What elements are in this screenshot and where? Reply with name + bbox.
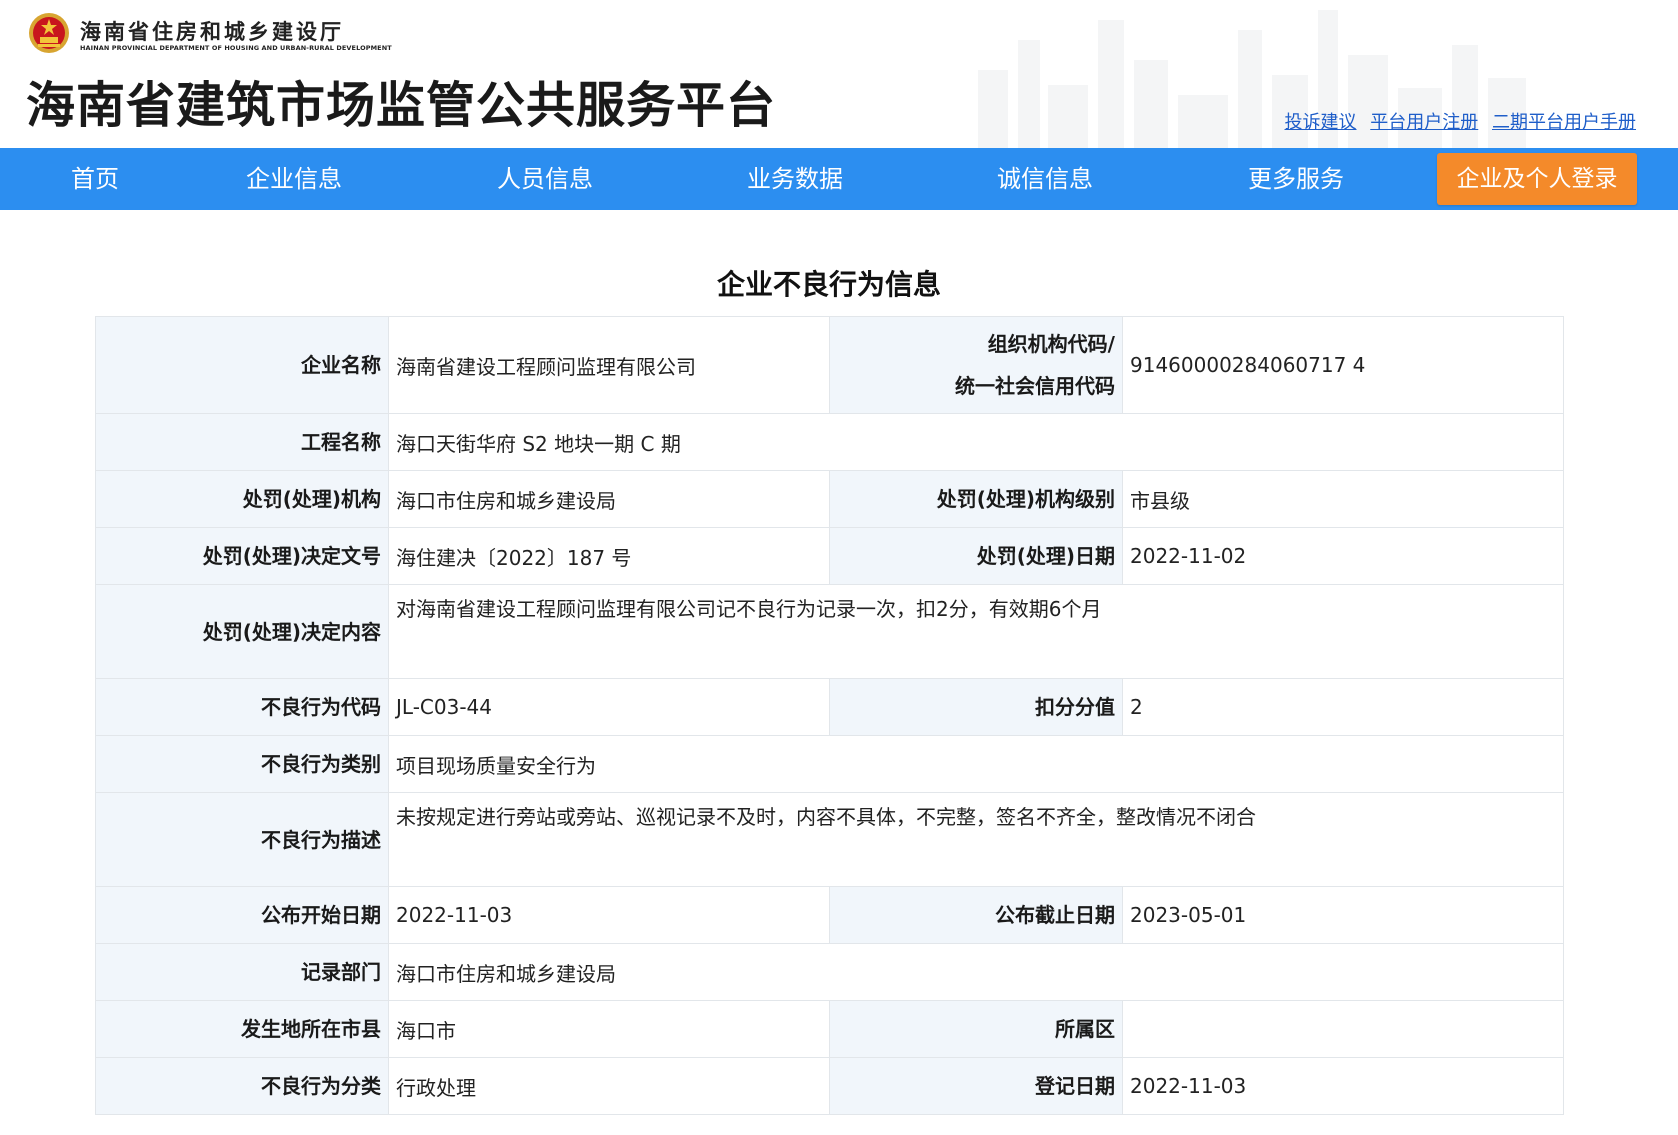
top-links: 投诉建议 平台用户注册 二期平台用户手册 (1277, 108, 1636, 134)
behavior-code-value: JL-C03-44 (388, 678, 830, 736)
org-code-label-line1: 组织机构代码/ (987, 332, 1115, 356)
publish-end-value: 2023-05-01 (1122, 886, 1564, 944)
decision-date-value: 2022-11-02 (1122, 527, 1564, 585)
decision-no-label: 处罚(处理)决定文号 (95, 527, 389, 585)
decision-date-label: 处罚(处理)日期 (829, 527, 1123, 585)
table-row: 不良行为描述 未按规定进行旁站或旁站、巡视记录不及时，内容不具体，不完整，签名不… (95, 792, 1564, 887)
record-dept-label: 记录部门 (95, 943, 389, 1001)
project-name-value: 海口天街华府 S2 地块一期 C 期 (388, 413, 1564, 471)
org-code-value: 91460000284060717 4 (1122, 316, 1564, 414)
site-title: 海南省建筑市场监管公共服务平台 (26, 77, 777, 134)
table-row: 记录部门 海口市住房和城乡建设局 (95, 943, 1564, 1001)
decision-content-label: 处罚(处理)决定内容 (95, 584, 389, 679)
department-name-english: HAINAN PROVINCIAL DEPARTMENT OF HOUSING … (80, 44, 392, 52)
table-row: 处罚(处理)机构 海口市住房和城乡建设局 处罚(处理)机构级别 市县级 (95, 470, 1564, 528)
company-name-label: 企业名称 (95, 316, 389, 414)
decision-content-value: 对海南省建设工程顾问监理有限公司记不良行为记录一次，扣2分，有效期6个月 (388, 584, 1564, 679)
deduction-label: 扣分分值 (829, 678, 1123, 736)
authority-label: 处罚(处理)机构 (95, 470, 389, 528)
nav-item-more-services[interactable]: 更多服务 (1248, 148, 1344, 210)
user-register-link[interactable]: 平台用户注册 (1370, 112, 1478, 133)
nav-item-business-data[interactable]: 业务数据 (747, 148, 843, 210)
behavior-desc-value: 未按规定进行旁站或旁站、巡视记录不及时，内容不具体，不完整，签名不齐全，整改情况… (388, 792, 1564, 887)
national-emblem-icon (29, 13, 69, 53)
org-code-label-line2: 统一社会信用代码 (955, 374, 1115, 398)
district-label: 所属区 (829, 1000, 1123, 1058)
behavior-desc-label: 不良行为描述 (95, 792, 389, 887)
bad-behavior-info-table: 企业名称 海南省建设工程顾问监理有限公司 组织机构代码/ 统一社会信用代码 91… (95, 316, 1564, 1115)
table-row: 处罚(处理)决定内容 对海南省建设工程顾问监理有限公司记不良行为记录一次，扣2分… (95, 584, 1564, 679)
publish-end-label: 公布截止日期 (829, 886, 1123, 944)
deduction-value: 2 (1122, 678, 1564, 736)
register-date-label: 登记日期 (829, 1057, 1123, 1115)
page-title: 企业不良行为信息 (716, 268, 941, 301)
nav-item-credit-info[interactable]: 诚信信息 (997, 148, 1093, 210)
table-row: 不良行为类别 项目现场质量安全行为 (95, 735, 1564, 793)
publish-start-label: 公布开始日期 (95, 886, 389, 944)
behavior-category-value: 项目现场质量安全行为 (388, 735, 1564, 793)
project-name-label: 工程名称 (95, 413, 389, 471)
login-button[interactable]: 企业及个人登录 (1437, 153, 1637, 205)
district-value (1122, 1000, 1564, 1058)
department-name: 海南省住房和城乡建设厅 (80, 20, 344, 44)
site-header: 海南省住房和城乡建设厅 HAINAN PROVINCIAL DEPARTMENT… (0, 0, 1678, 148)
authority-level-label: 处罚(处理)机构级别 (829, 470, 1123, 528)
authority-level-value: 市县级 (1122, 470, 1564, 528)
nav-item-enterprise-info[interactable]: 企业信息 (246, 148, 342, 210)
authority-value: 海口市住房和城乡建设局 (388, 470, 830, 528)
record-dept-value: 海口市住房和城乡建设局 (388, 943, 1564, 1001)
nav-item-personnel-info[interactable]: 人员信息 (497, 148, 593, 210)
table-row: 发生地所在市县 海口市 所属区 (95, 1000, 1564, 1058)
complaint-link[interactable]: 投诉建议 (1285, 112, 1357, 133)
behavior-code-label: 不良行为代码 (95, 678, 389, 736)
main-nav: 首页 企业信息 人员信息 业务数据 诚信信息 更多服务 企业及个人登录 (0, 148, 1678, 210)
org-code-label: 组织机构代码/ 统一社会信用代码 (829, 316, 1123, 414)
behavior-category-label: 不良行为类别 (95, 735, 389, 793)
table-row: 公布开始日期 2022-11-03 公布截止日期 2023-05-01 (95, 886, 1564, 944)
table-row: 企业名称 海南省建设工程顾问监理有限公司 组织机构代码/ 统一社会信用代码 91… (95, 316, 1564, 414)
city-value: 海口市 (388, 1000, 830, 1058)
table-row: 工程名称 海口天街华府 S2 地块一期 C 期 (95, 413, 1564, 471)
company-name-value: 海南省建设工程顾问监理有限公司 (388, 316, 830, 414)
table-row: 不良行为分类 行政处理 登记日期 2022-11-03 (95, 1057, 1564, 1115)
nav-item-home[interactable]: 首页 (71, 148, 119, 210)
user-manual-link[interactable]: 二期平台用户手册 (1492, 112, 1636, 133)
city-label: 发生地所在市县 (95, 1000, 389, 1058)
register-date-value: 2022-11-03 (1122, 1057, 1564, 1115)
classification-label: 不良行为分类 (95, 1057, 389, 1115)
table-row: 不良行为代码 JL-C03-44 扣分分值 2 (95, 678, 1564, 736)
table-row: 处罚(处理)决定文号 海住建决〔2022〕187 号 处罚(处理)日期 2022… (95, 527, 1564, 585)
classification-value: 行政处理 (388, 1057, 830, 1115)
publish-start-value: 2022-11-03 (388, 886, 830, 944)
decision-no-value: 海住建决〔2022〕187 号 (388, 527, 830, 585)
